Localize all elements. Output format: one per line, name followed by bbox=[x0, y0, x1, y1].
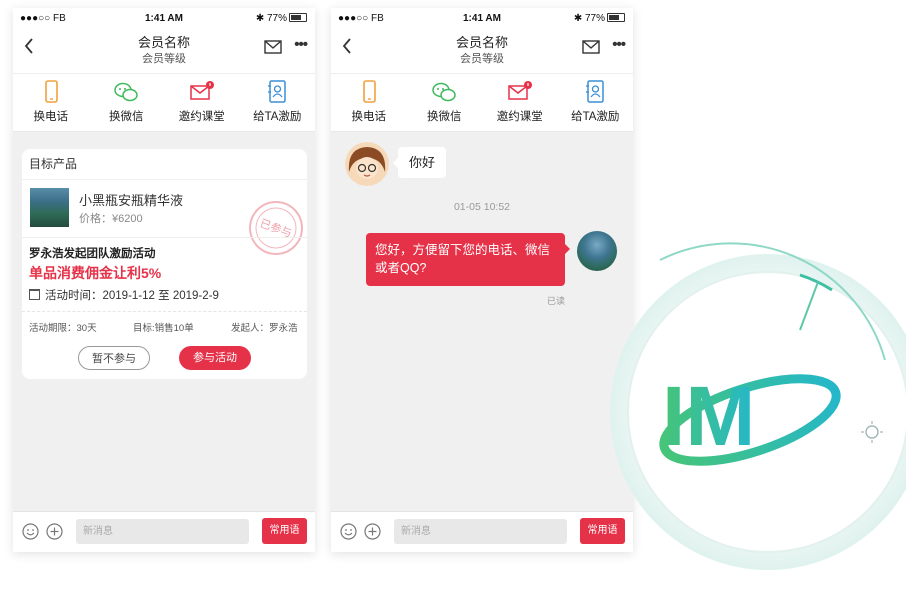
divider bbox=[22, 237, 307, 238]
action-label: 邀约课堂 bbox=[178, 111, 225, 123]
envelope-icon[interactable] bbox=[264, 39, 282, 55]
product-price: 价格：¥6200 bbox=[79, 213, 143, 225]
wechat-icon bbox=[114, 82, 138, 102]
joined-stamp: 已参与 bbox=[249, 201, 303, 255]
message-timestamp: 01-05 10:52 bbox=[453, 201, 511, 213]
campaign-duration: 活动期限：30天 bbox=[29, 323, 97, 334]
action-change-phone[interactable]: 换电话 bbox=[13, 74, 89, 131]
action-label: 换电话 bbox=[33, 111, 69, 123]
incoming-message[interactable]: 你好 bbox=[392, 147, 447, 178]
action-give-incentive[interactable]: 给TA激励 bbox=[558, 74, 634, 131]
chat-input-bar: 新消息 常用语 bbox=[13, 511, 315, 552]
message-input[interactable]: 新消息 bbox=[394, 519, 567, 544]
action-invite-class[interactable]: 邀约课堂 bbox=[164, 74, 240, 131]
action-label: 给TA激励 bbox=[571, 111, 620, 123]
campaign-initiator: 发起人：罗永浩 bbox=[231, 323, 298, 334]
outgoing-message-line: 您好，方便留下您的电话、微信 bbox=[375, 243, 551, 257]
smiley-icon[interactable] bbox=[22, 523, 39, 540]
common-phrases-button[interactable]: 常用语 bbox=[262, 518, 307, 544]
invite-mail-icon bbox=[190, 81, 214, 100]
status-bar: ●●●○○ FB 1:41 AM ✱ 77% bbox=[13, 8, 315, 28]
action-change-wechat[interactable]: 换微信 bbox=[407, 74, 483, 131]
product-thumbnail bbox=[30, 188, 69, 227]
phone-icon bbox=[362, 80, 376, 103]
campaign-highlight: 单品消费佣金让利5% bbox=[29, 265, 162, 281]
action-change-phone[interactable]: 换电话 bbox=[331, 74, 407, 131]
contact-card-icon bbox=[586, 80, 604, 103]
campaign-target: 目标:销售10单 bbox=[133, 323, 194, 334]
quick-actions: 换电话 换微信 邀约课堂 给TA激励 bbox=[331, 73, 633, 132]
smiley-icon[interactable] bbox=[340, 523, 357, 540]
invite-mail-icon bbox=[508, 81, 532, 100]
join-button[interactable]: 参与活动 bbox=[179, 346, 251, 370]
card-header: 目标产品 bbox=[22, 149, 307, 180]
envelope-icon[interactable] bbox=[582, 39, 600, 55]
more-button[interactable]: ••• bbox=[612, 36, 626, 53]
action-label: 邀约课堂 bbox=[496, 111, 543, 123]
campaign-time-text: 活动时间：2019-1-12 至 2019-2-9 bbox=[45, 290, 219, 302]
chat-input-bar: 新消息 常用语 bbox=[331, 511, 633, 552]
plus-circle-icon[interactable] bbox=[46, 523, 63, 540]
battery-indicator: ✱ 77% bbox=[256, 13, 307, 24]
battery-level: 77% bbox=[584, 13, 605, 24]
plus-circle-icon[interactable] bbox=[364, 523, 381, 540]
contact-avatar[interactable] bbox=[345, 142, 389, 186]
divider bbox=[22, 311, 307, 312]
battery-level: 77% bbox=[266, 13, 287, 24]
calendar-icon bbox=[29, 289, 40, 300]
outgoing-message[interactable]: 您好，方便留下您的电话、微信 或者QQ? bbox=[366, 233, 570, 286]
decline-button[interactable]: 暂不参与 bbox=[78, 346, 150, 370]
action-invite-class[interactable]: 邀约课堂 bbox=[482, 74, 558, 131]
contact-card-icon bbox=[268, 80, 286, 103]
battery-indicator: ✱ 77% bbox=[574, 13, 625, 24]
outgoing-message-line: 或者QQ? bbox=[375, 261, 427, 275]
im-logo-graphic: IM bbox=[610, 242, 906, 570]
phone-icon bbox=[44, 80, 58, 103]
campaign-title: 罗永浩发起团队激励活动 bbox=[29, 248, 156, 260]
phone-screen-chat: ●●●○○ FB 1:41 AM ✱ 77% 会员名称 会员等级 ••• 换电话… bbox=[331, 8, 633, 552]
action-give-incentive[interactable]: 给TA激励 bbox=[240, 74, 316, 131]
nav-bar: 会员名称 会员等级 ••• bbox=[331, 28, 633, 73]
campaign-card: 目标产品 小黑瓶安瓶精华液 价格：¥6200 已参与 罗永浩发起团队激励活动 单… bbox=[22, 149, 307, 379]
battery-icon bbox=[289, 13, 307, 22]
battery-icon bbox=[607, 13, 625, 22]
campaign-time: 活动时间：2019-1-12 至 2019-2-9 bbox=[29, 287, 219, 303]
im-logo-text: IM bbox=[662, 369, 755, 463]
nav-bar: 会员名称 会员等级 ••• bbox=[13, 28, 315, 73]
action-change-wechat[interactable]: 换微信 bbox=[89, 74, 165, 131]
phone-screen-campaign: ●●●○○ FB 1:41 AM ✱ 77% 会员名称 会员等级 ••• 换电话… bbox=[13, 8, 315, 552]
product-name: 小黑瓶安瓶精华液 bbox=[79, 193, 184, 208]
action-label: 换电话 bbox=[351, 111, 387, 123]
quick-actions: 换电话 换微信 邀约课堂 给TA激励 bbox=[13, 73, 315, 132]
action-label: 换微信 bbox=[109, 111, 144, 123]
more-button[interactable]: ••• bbox=[294, 36, 308, 53]
action-label: 给TA激励 bbox=[253, 111, 302, 123]
wechat-icon bbox=[432, 82, 456, 102]
action-label: 换微信 bbox=[427, 111, 462, 123]
read-status: 已读 bbox=[546, 296, 565, 306]
status-bar: ●●●○○ FB 1:41 AM ✱ 77% bbox=[331, 8, 633, 28]
message-input[interactable]: 新消息 bbox=[76, 519, 249, 544]
